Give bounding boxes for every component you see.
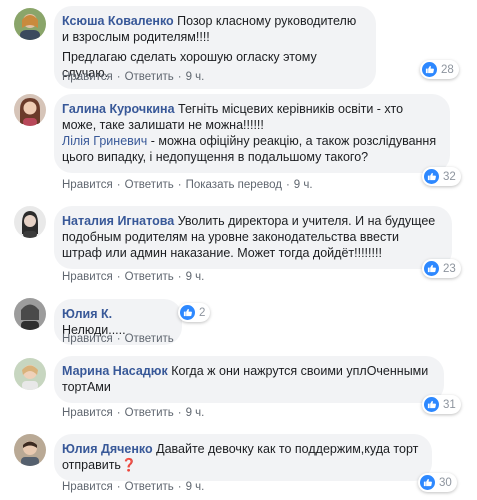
- comment-actions: Нравится · Ответить · 9 ч.: [62, 271, 205, 283]
- avatar[interactable]: [14, 206, 46, 238]
- like-reaction-icon: [180, 305, 195, 320]
- reply-button[interactable]: Ответить: [125, 71, 174, 83]
- reaction-count[interactable]: 2: [178, 303, 211, 322]
- comment-actions: Нравится · Ответить · 9 ч.: [62, 407, 205, 419]
- comment-time[interactable]: 9 ч.: [186, 407, 205, 419]
- comment-bubble: Марина Насадюк Когда ж они нажрутся свои…: [54, 356, 444, 403]
- like-reaction-icon: [424, 397, 439, 412]
- comment-bubble: Юлия Дяченко Давайте девочку как то подд…: [54, 434, 432, 481]
- comment-time[interactable]: 9 ч.: [186, 271, 205, 283]
- avatar[interactable]: [14, 298, 46, 330]
- comment-actions: Нравится · Ответить · 9 ч.: [62, 71, 205, 83]
- comment-author[interactable]: Ксюша Коваленко: [62, 14, 174, 28]
- like-button[interactable]: Нравится: [62, 271, 113, 283]
- avatar[interactable]: [14, 358, 46, 390]
- mention-link[interactable]: Лілія Гриневич: [62, 134, 147, 148]
- like-button[interactable]: Нравится: [62, 333, 113, 345]
- comment-bubble: Наталия Игнатова Уволить директора и учи…: [54, 206, 452, 269]
- comment-author[interactable]: Юлия Дяченко: [62, 442, 153, 456]
- comment-author[interactable]: Юлия К.: [62, 307, 112, 321]
- like-reaction-icon: [420, 475, 435, 490]
- reply-button[interactable]: Ответить: [125, 271, 174, 283]
- reply-button[interactable]: Ответить: [125, 179, 174, 191]
- avatar[interactable]: [14, 94, 46, 126]
- comment-thread: Ксюша Коваленко Позор класному руководит…: [0, 0, 477, 500]
- like-reaction-icon: [424, 261, 439, 276]
- comment-author[interactable]: Галина Курочкина: [62, 102, 175, 116]
- comment-bubble: Галина Курочкина Тегніть місцевих керівн…: [54, 94, 450, 173]
- comment-time[interactable]: 9 ч.: [186, 481, 205, 493]
- comment-actions: Нравится · Ответить · Показать перевод · 9 ч.: [62, 179, 313, 191]
- comment-actions: Нравится · Ответить: [62, 333, 174, 345]
- reply-button[interactable]: Ответить: [125, 481, 174, 493]
- comment-author[interactable]: Марина Насадюк: [62, 364, 168, 378]
- reaction-count[interactable]: 30: [418, 473, 457, 492]
- like-button[interactable]: Нравится: [62, 407, 113, 419]
- like-reaction-icon: [424, 169, 439, 184]
- reaction-count[interactable]: 32: [422, 167, 461, 186]
- comment-actions: Нравится · Ответить · 9 ч.: [62, 481, 205, 493]
- like-button[interactable]: Нравится: [62, 179, 113, 191]
- avatar[interactable]: [14, 8, 46, 40]
- translate-button[interactable]: Показать перевод: [186, 179, 282, 191]
- reaction-count[interactable]: 28: [420, 60, 459, 79]
- question-mark-emoji: ❓: [120, 458, 137, 472]
- reply-button[interactable]: Ответить: [125, 407, 174, 419]
- comment-author[interactable]: Наталия Игнатова: [62, 214, 174, 228]
- comment-time[interactable]: 9 ч.: [294, 179, 313, 191]
- reaction-count[interactable]: 23: [422, 259, 461, 278]
- like-reaction-icon: [422, 62, 437, 77]
- like-button[interactable]: Нравится: [62, 71, 113, 83]
- reply-button[interactable]: Ответить: [125, 333, 174, 345]
- like-button[interactable]: Нравится: [62, 481, 113, 493]
- avatar[interactable]: [14, 434, 46, 466]
- comment-time[interactable]: 9 ч.: [186, 71, 205, 83]
- reaction-count[interactable]: 31: [422, 395, 461, 414]
